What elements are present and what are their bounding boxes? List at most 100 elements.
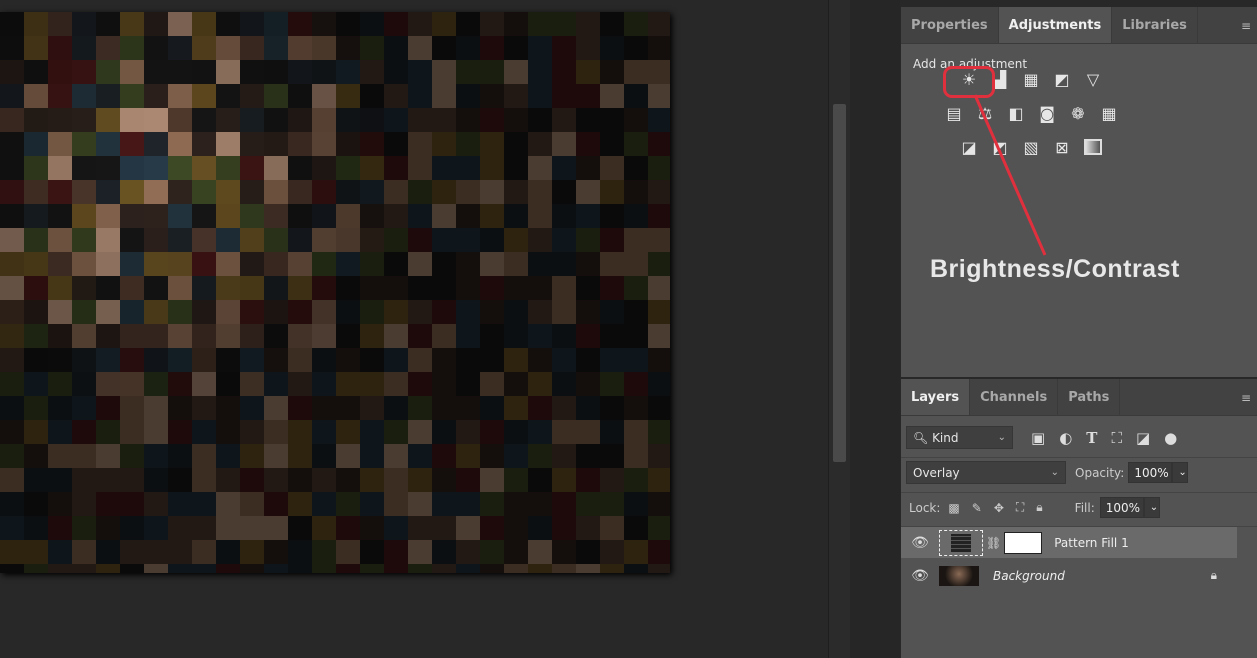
mosaic-tile: [384, 276, 408, 300]
mosaic-tile: [600, 180, 624, 204]
document-image[interactable]: [0, 12, 670, 573]
mosaic-tile: [144, 180, 168, 204]
mosaic-tile: [624, 276, 648, 300]
mosaic-tile: [192, 540, 216, 564]
opacity-dropdown[interactable]: ⌄: [1172, 462, 1189, 483]
filter-adjustment-icon[interactable]: ◐: [1059, 429, 1072, 447]
canvas-area[interactable]: [0, 0, 828, 658]
filter-pixel-icon[interactable]: ▣: [1031, 429, 1045, 447]
lock-pixels-icon[interactable]: ✎: [972, 501, 982, 515]
mosaic-tile: [48, 396, 72, 420]
mosaic-tile: [0, 396, 24, 420]
fill-dropdown[interactable]: ⌄: [1143, 497, 1160, 518]
color-balance-icon[interactable]: ⚖: [975, 103, 995, 123]
visibility-eye-icon[interactable]: 👁︎: [901, 568, 939, 584]
layer-name[interactable]: Pattern Fill 1: [1054, 536, 1128, 550]
mosaic-tile: [216, 84, 240, 108]
mosaic-tile: [360, 276, 384, 300]
tab-layers[interactable]: Layers: [901, 379, 971, 415]
curves-icon[interactable]: ▦: [1021, 69, 1041, 89]
filter-kind-select[interactable]: 🔍︎ Kind ⌄: [906, 426, 1013, 449]
mosaic-tile: [216, 468, 240, 492]
layer-row-background[interactable]: 👁︎ Background 🔒︎: [901, 560, 1237, 591]
filter-toggle-icon[interactable]: ●: [1164, 429, 1177, 447]
gradient-map-icon[interactable]: [1083, 137, 1103, 157]
filter-shape-icon[interactable]: ⛶: [1111, 429, 1122, 447]
mosaic-tile: [0, 444, 24, 468]
posterize-icon[interactable]: ◩: [990, 137, 1010, 157]
mosaic-tile: [264, 60, 288, 84]
lock-position-icon[interactable]: ✥: [994, 501, 1004, 515]
mosaic-tile: [360, 180, 384, 204]
mosaic-tile: [0, 516, 24, 540]
channel-mixer-icon[interactable]: ❁: [1068, 103, 1088, 123]
tab-libraries[interactable]: Libraries: [1112, 7, 1198, 43]
layer-mask-thumbnail[interactable]: [1004, 531, 1043, 554]
mosaic-tile: [192, 204, 216, 228]
filter-smartobject-icon[interactable]: ◪: [1136, 429, 1150, 447]
mosaic-tile: [192, 396, 216, 420]
mosaic-tile: [552, 372, 576, 396]
mosaic-tile: [336, 468, 360, 492]
mosaic-tile: [456, 492, 480, 516]
fill-input[interactable]: 100%: [1099, 497, 1144, 518]
tab-properties[interactable]: Properties: [901, 7, 999, 43]
mosaic-tile: [48, 204, 72, 228]
mosaic-tile: [288, 348, 312, 372]
photo-filter-icon[interactable]: ◙: [1037, 103, 1057, 123]
mosaic-tile: [24, 132, 48, 156]
link-icon[interactable]: ⛓: [986, 536, 1001, 550]
mosaic-tile: [528, 12, 552, 36]
mosaic-tile: [336, 348, 360, 372]
mosaic-tile: [408, 444, 432, 468]
mosaic-tile: [312, 60, 336, 84]
hue-saturation-icon[interactable]: ▤: [944, 103, 964, 123]
mosaic-tile: [72, 132, 96, 156]
mosaic-tile: [312, 300, 336, 324]
mosaic-tile: [456, 372, 480, 396]
vertical-scrollbar[interactable]: [828, 0, 850, 658]
mosaic-tile: [192, 12, 216, 36]
mosaic-tile: [192, 180, 216, 204]
mosaic-tile: [288, 132, 312, 156]
mosaic-tile: [0, 36, 24, 60]
invert-icon[interactable]: ◪: [959, 137, 979, 157]
mosaic-tile: [624, 396, 648, 420]
lock-all-icon[interactable]: 🔒︎: [1036, 500, 1042, 515]
mosaic-tile: [48, 420, 72, 444]
blend-mode-select[interactable]: Overlay ⌄: [906, 461, 1066, 484]
mosaic-tile: [600, 132, 624, 156]
mosaic-tile: [456, 132, 480, 156]
exposure-icon[interactable]: ◩: [1052, 69, 1072, 89]
filter-type-icon[interactable]: T: [1086, 429, 1097, 447]
mosaic-tile: [312, 180, 336, 204]
color-lookup-icon[interactable]: ▦: [1099, 103, 1119, 123]
tab-channels[interactable]: Channels: [970, 379, 1059, 415]
mosaic-tile: [168, 444, 192, 468]
lock-transparent-icon[interactable]: ▩: [948, 501, 959, 515]
tab-paths[interactable]: Paths: [1058, 379, 1121, 415]
mosaic-tile: [408, 252, 432, 276]
mosaic-tile: [216, 228, 240, 252]
mosaic-tile: [552, 132, 576, 156]
layer-row-pattern-fill[interactable]: 👁︎ ⛓ Pattern Fill 1: [901, 527, 1237, 558]
vibrance-icon[interactable]: ▽: [1083, 69, 1103, 89]
mosaic-tile: [288, 324, 312, 348]
mosaic-tile: [480, 372, 504, 396]
scrollbar-thumb[interactable]: [833, 104, 846, 462]
opacity-input[interactable]: 100%: [1128, 462, 1173, 483]
mosaic-tile: [504, 372, 528, 396]
mosaic-tile: [360, 300, 384, 324]
lock-artboard-icon[interactable]: ⛶: [1016, 500, 1024, 515]
selective-color-icon[interactable]: ⊠: [1052, 137, 1072, 157]
visibility-eye-icon[interactable]: 👁︎: [901, 535, 939, 551]
panel-menu-icon[interactable]: ≡: [1241, 391, 1251, 405]
black-white-icon[interactable]: ◧: [1006, 103, 1026, 123]
mosaic-tile: [288, 492, 312, 516]
tab-adjustments[interactable]: Adjustments: [998, 7, 1113, 43]
mosaic-tile: [600, 228, 624, 252]
panel-menu-icon[interactable]: ≡: [1241, 19, 1251, 33]
threshold-icon[interactable]: ▧: [1021, 137, 1041, 157]
mosaic-tile: [144, 516, 168, 540]
layer-name[interactable]: Background: [993, 569, 1065, 583]
